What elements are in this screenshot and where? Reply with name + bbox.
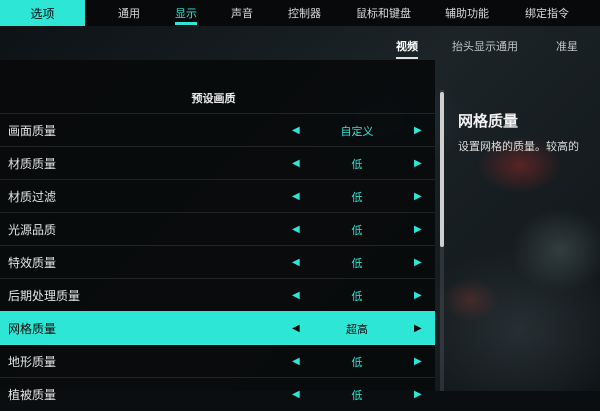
nav-tab-controller[interactable]: 控制器: [288, 0, 321, 26]
section-title-preset-quality: 预设画质: [191, 92, 236, 105]
setting-label: 材质质量: [8, 157, 57, 171]
nav-tab-general[interactable]: 通用: [118, 0, 140, 26]
top-nav-bar: 选项 通用 显示 声音 控制器 鼠标和键盘 辅助功能 绑定指令: [0, 0, 600, 26]
arrow-right-icon[interactable]: ▶: [414, 356, 422, 367]
nav-tab-display[interactable]: 显示: [175, 0, 197, 26]
arrow-right-icon[interactable]: ▶: [414, 257, 422, 268]
nav-tab-sound[interactable]: 声音: [231, 0, 253, 26]
arrow-left-icon[interactable]: ◀: [292, 290, 300, 301]
arrow-left-icon[interactable]: ◀: [292, 158, 300, 169]
setting-row-foliage-quality[interactable]: 植被质量 ◀ 低 ▶: [0, 377, 435, 411]
description-text: 设置网格的质量。较高的: [458, 140, 579, 153]
arrow-right-icon[interactable]: ▶: [414, 191, 422, 202]
setting-label: 网格质量: [8, 322, 57, 336]
subtab-crosshair[interactable]: 准星: [556, 36, 578, 56]
setting-row-lighting-quality[interactable]: 光源品质 ◀ 低 ▶: [0, 212, 435, 246]
arrow-left-icon[interactable]: ◀: [292, 257, 300, 268]
setting-value: 超高: [346, 322, 368, 336]
setting-label: 材质过滤: [8, 190, 57, 204]
setting-label: 光源品质: [8, 223, 57, 237]
arrow-left-icon[interactable]: ◀: [292, 323, 300, 334]
arrow-right-icon[interactable]: ▶: [414, 125, 422, 136]
arrow-left-icon[interactable]: ◀: [292, 191, 300, 202]
scrollbar-thumb[interactable]: [440, 92, 444, 247]
setting-row-texture-filtering[interactable]: 材质过滤 ◀ 低 ▶: [0, 179, 435, 213]
setting-value: 低: [351, 388, 363, 402]
setting-label: 植被质量: [8, 388, 57, 402]
nav-tab-keybinds[interactable]: 绑定指令: [525, 0, 569, 26]
subtab-hud[interactable]: 抬头显示通用: [452, 36, 518, 56]
setting-value: 自定义: [340, 124, 374, 138]
setting-label: 特效质量: [8, 256, 57, 270]
setting-row-terrain-quality[interactable]: 地形质量 ◀ 低 ▶: [0, 344, 435, 378]
setting-row-graphics-quality[interactable]: 画面质量 ◀ 自定义 ▶: [0, 113, 435, 147]
setting-value: 低: [351, 223, 363, 237]
setting-value: 低: [351, 355, 363, 369]
arrow-right-icon[interactable]: ▶: [414, 323, 422, 334]
arrow-right-icon[interactable]: ▶: [414, 158, 422, 169]
setting-row-effects-quality[interactable]: 特效质量 ◀ 低 ▶: [0, 245, 435, 279]
subtab-video[interactable]: 视频: [396, 36, 418, 59]
setting-label: 地形质量: [8, 355, 57, 369]
description-title: 网格质量: [458, 112, 519, 130]
arrow-right-icon[interactable]: ▶: [414, 224, 422, 235]
setting-row-post-processing[interactable]: 后期处理质量 ◀ 低 ▶: [0, 278, 435, 312]
setting-row-mesh-quality[interactable]: 网格质量 ◀ 超高 ▶: [0, 311, 435, 345]
setting-label: 后期处理质量: [8, 289, 81, 303]
setting-value: 低: [351, 157, 363, 171]
setting-value: 低: [351, 190, 363, 204]
arrow-right-icon[interactable]: ▶: [414, 290, 422, 301]
nav-tab-accessibility[interactable]: 辅助功能: [445, 0, 489, 26]
nav-tab-mouse-keyboard[interactable]: 鼠标和键盘: [356, 0, 411, 26]
arrow-left-icon[interactable]: ◀: [292, 125, 300, 136]
setting-label: 画面质量: [8, 124, 57, 138]
setting-value: 低: [351, 256, 363, 270]
arrow-left-icon[interactable]: ◀: [292, 356, 300, 367]
setting-value: 低: [351, 289, 363, 303]
arrow-left-icon[interactable]: ◀: [292, 224, 300, 235]
setting-row-texture-quality[interactable]: 材质质量 ◀ 低 ▶: [0, 146, 435, 180]
options-tab[interactable]: 选项: [0, 0, 85, 26]
